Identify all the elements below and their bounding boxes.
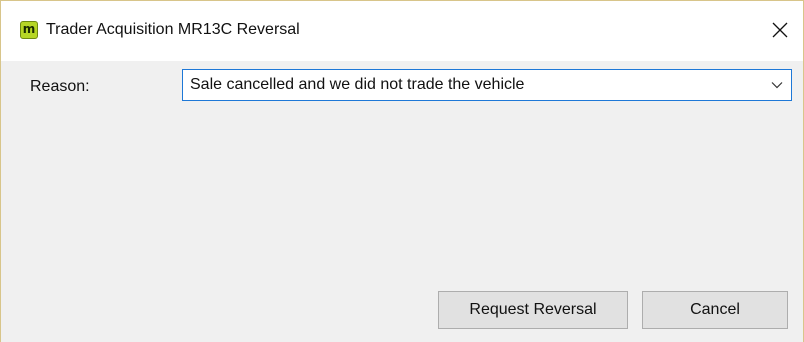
cancel-button[interactable]: Cancel	[642, 291, 788, 329]
title-bar: m Trader Acquisition MR13C Reversal	[1, 1, 803, 61]
reason-dropdown[interactable]: Sale cancelled and we did not trade the …	[182, 69, 792, 101]
window-title: Trader Acquisition MR13C Reversal	[46, 21, 300, 38]
reason-selected-value: Sale cancelled and we did not trade the …	[190, 76, 525, 93]
request-reversal-button[interactable]: Request Reversal	[438, 291, 628, 329]
dialog-content: Reason: Sale cancelled and we did not tr…	[1, 61, 803, 342]
reason-label: Reason:	[30, 78, 90, 95]
close-icon	[772, 22, 788, 38]
close-button[interactable]	[757, 7, 803, 53]
app-logo-icon: m	[20, 21, 38, 39]
dialog-window: m Trader Acquisition MR13C Reversal Reas…	[0, 0, 804, 342]
chevron-down-icon	[771, 82, 783, 89]
